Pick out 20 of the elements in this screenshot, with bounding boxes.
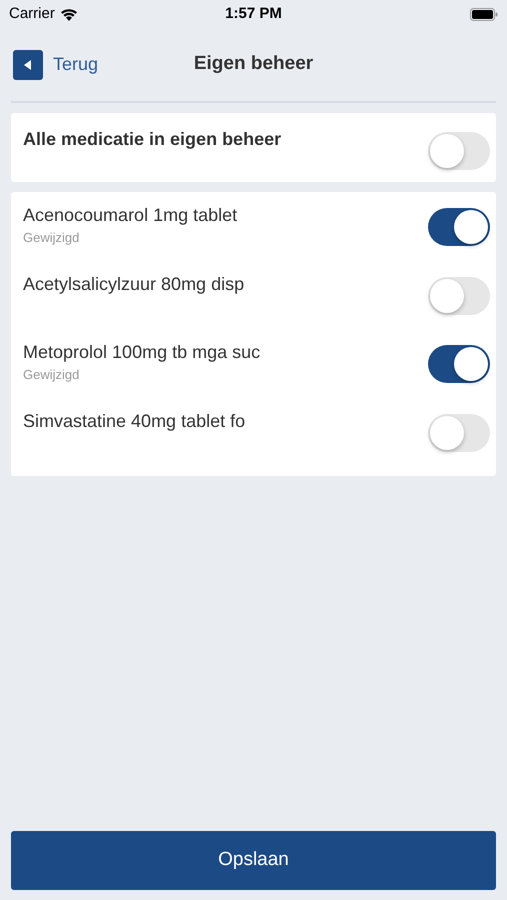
save-button[interactable]: Opslaan [11,831,496,890]
toggle-switch[interactable] [428,414,490,452]
master-label: Alle medicatie in eigen beheer [23,128,282,151]
changed-label: Gewijzigd [23,366,80,384]
wifi-icon [60,8,78,20]
back-icon [13,50,43,80]
toggle-switch[interactable] [428,132,490,170]
toggle-switch[interactable] [428,276,490,314]
toggle-switch[interactable] [428,345,490,383]
medication-name: Acenocoumarol 1mg tablet [23,204,238,226]
back-button[interactable]: Terug [11,50,98,80]
battery-icon [470,8,498,20]
toggle-switch[interactable] [428,208,490,246]
changed-label: Gewijzigd [23,229,80,247]
carrier-label: Carrier [9,4,55,24]
status-time: 1:57 PM [225,4,282,24]
medication-name: Metoprolol 100mg tb mga suc [23,341,260,363]
medication-name: Acetylsalicylzuur 80mg disp [23,272,244,294]
medication-name: Simvastatine 40mg tablet fo [23,410,246,432]
page-title: Eigen beheer [194,52,314,76]
